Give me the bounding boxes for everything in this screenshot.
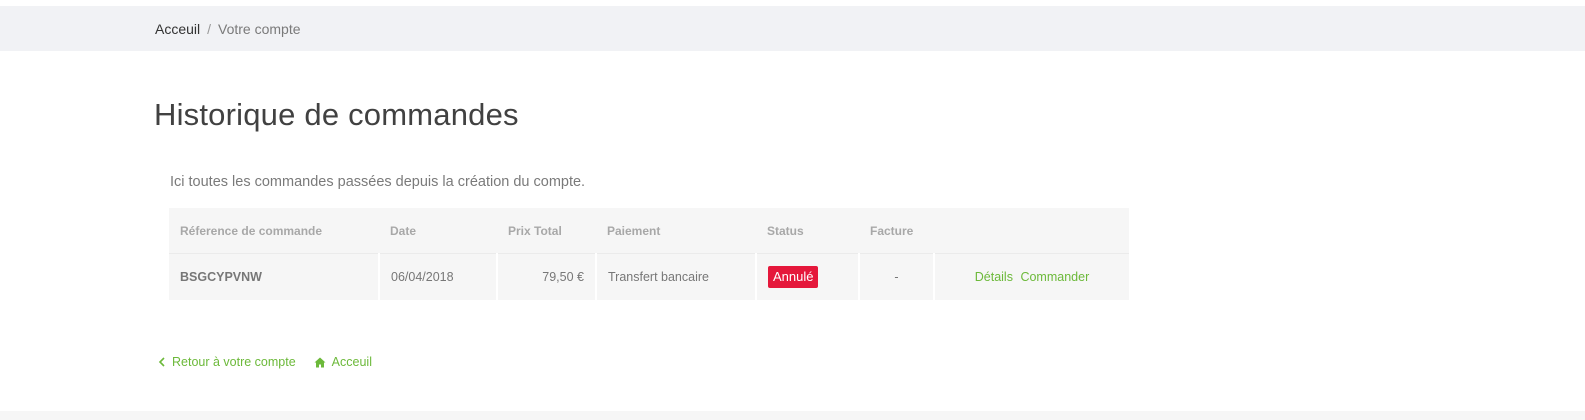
orders-table: Réference de commande Date Prix Total Pa…: [169, 208, 1129, 300]
footer-links: Retour à votre compte Acceuil: [158, 355, 372, 369]
order-reference: BSGCYPVNW: [169, 253, 379, 300]
order-date: 06/04/2018: [378, 253, 497, 300]
table-row: BSGCYPVNW 06/04/2018 79,50 € Transfert b…: [169, 253, 1129, 300]
order-payment: Transfert bancaire: [595, 253, 756, 300]
header-status: Status: [756, 208, 859, 254]
order-status-cell: Annulé: [755, 253, 859, 300]
header-invoice: Facture: [859, 208, 934, 254]
breadcrumb-separator: /: [207, 21, 212, 37]
breadcrumb: Acceuil / Votre compte: [155, 20, 301, 38]
chevron-left-icon: [158, 357, 165, 367]
back-to-account-link[interactable]: Retour à votre compte: [158, 355, 296, 369]
breadcrumb-home-link[interactable]: Acceuil: [155, 21, 200, 37]
status-badge: Annulé: [768, 266, 819, 288]
header-date: Date: [379, 208, 497, 254]
header-total: Prix Total: [497, 208, 596, 254]
back-to-account-label: Retour à votre compte: [172, 355, 296, 369]
header-actions: [934, 208, 1129, 254]
home-label: Acceuil: [331, 355, 372, 369]
order-total: 79,50 €: [496, 253, 596, 300]
footer-strip: [0, 411, 1585, 420]
breadcrumb-current: Votre compte: [218, 21, 301, 37]
reorder-link[interactable]: Commander: [1020, 270, 1089, 284]
order-actions: Détails Commander: [933, 253, 1129, 300]
home-icon: [314, 357, 326, 367]
table-header-row: Réference de commande Date Prix Total Pa…: [169, 208, 1129, 254]
page-title: Historique de commandes: [154, 97, 519, 132]
details-link[interactable]: Détails: [975, 270, 1013, 284]
order-invoice: -: [858, 253, 934, 300]
home-link[interactable]: Acceuil: [314, 355, 372, 369]
header-reference: Réference de commande: [169, 208, 379, 254]
breadcrumb-bar: Acceuil / Votre compte: [0, 6, 1585, 51]
header-payment: Paiement: [596, 208, 756, 254]
page-intro: Ici toutes les commandes passées depuis …: [170, 174, 586, 190]
